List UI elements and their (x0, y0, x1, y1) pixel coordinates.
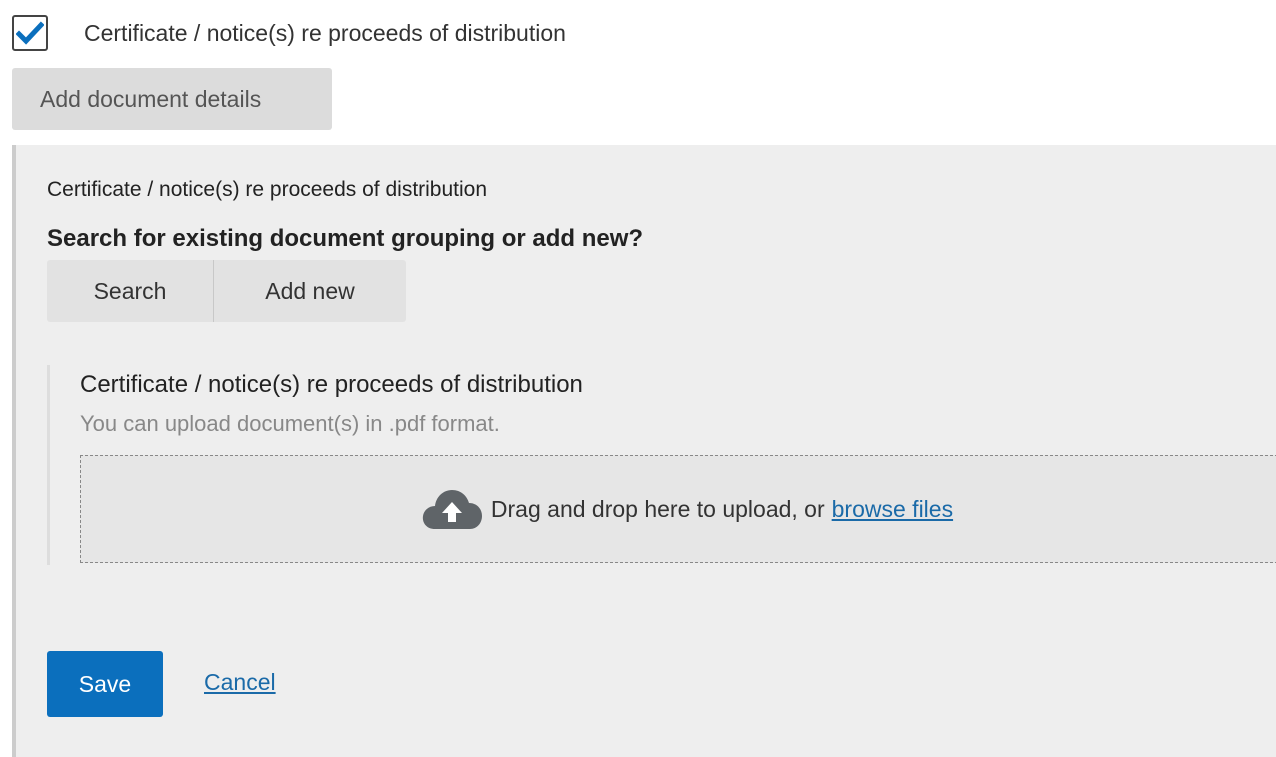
document-type-label: Certificate / notice(s) re proceeds of d… (84, 19, 566, 46)
browse-files-link[interactable]: browse files (832, 496, 953, 523)
document-type-checkbox[interactable] (12, 15, 48, 51)
upload-title: Certificate / notice(s) re proceeds of d… (80, 371, 583, 398)
dropzone-content: Drag and drop here to upload, or browse … (421, 487, 953, 531)
panel-title: Certificate / notice(s) re proceeds of d… (47, 178, 488, 201)
add-new-option-button[interactable]: Add new (214, 260, 406, 322)
upload-format-hint: You can upload document(s) in .pdf forma… (80, 411, 500, 436)
grouping-choice-toggle: Search Add new (47, 260, 406, 322)
checkmark-icon (16, 21, 44, 45)
document-type-checkbox-row[interactable]: Certificate / notice(s) re proceeds of d… (12, 13, 566, 53)
save-button[interactable]: Save (47, 651, 163, 717)
file-dropzone[interactable]: Drag and drop here to upload, or browse … (80, 455, 1276, 563)
upload-section: Certificate / notice(s) re proceeds of d… (47, 365, 1276, 565)
drop-instruction-text: Drag and drop here to upload, or (490, 495, 825, 522)
add-document-details-button[interactable]: Add document details (12, 68, 332, 130)
document-details-panel: Certificate / notice(s) re proceeds of d… (12, 145, 1276, 757)
cancel-link[interactable]: Cancel (204, 669, 276, 696)
cloud-upload-icon (422, 490, 482, 529)
search-option-button[interactable]: Search (47, 260, 214, 322)
grouping-question: Search for existing document grouping or… (47, 225, 644, 252)
